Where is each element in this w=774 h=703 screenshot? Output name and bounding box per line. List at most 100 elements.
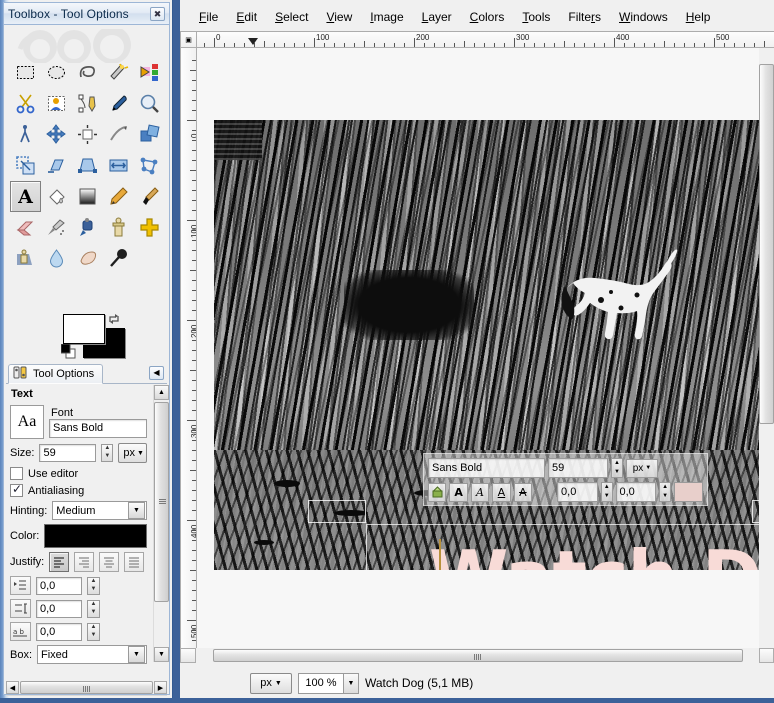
oncanvas-baseline-input[interactable]: 0,0: [557, 482, 598, 502]
ruler-origin-button[interactable]: ▣: [180, 31, 197, 48]
gradient-tool[interactable]: [72, 181, 103, 212]
airbrush-tool[interactable]: [41, 212, 72, 243]
heal-tool[interactable]: [134, 212, 165, 243]
size-input[interactable]: 59: [39, 444, 97, 462]
move-tool[interactable]: [41, 119, 72, 150]
oncanvas-text-toolbar[interactable]: Sans Bold 59 ▲ ▼ px ▼ A A A A 0,0 ▲ ▼ 0,…: [423, 453, 708, 506]
cage-transform-tool[interactable]: [134, 150, 165, 181]
justify-fill-button[interactable]: [124, 552, 145, 572]
perspective-clone-tool[interactable]: [10, 243, 41, 274]
letter-spacing-stepper[interactable]: ▲ ▼: [87, 622, 100, 641]
rotate-tool[interactable]: [134, 119, 165, 150]
statusbar-unit-button[interactable]: px ▼: [250, 672, 292, 694]
scroll-right-icon[interactable]: ▶: [154, 681, 167, 694]
justify-center-button[interactable]: [99, 552, 120, 572]
letter-spacing-icon[interactable]: a b: [10, 622, 31, 641]
oncanvas-unit-button[interactable]: px ▼: [626, 458, 658, 478]
text-tool[interactable]: A: [10, 181, 41, 212]
justify-left-button[interactable]: [49, 552, 70, 572]
menu-tools[interactable]: Tools: [513, 7, 559, 27]
pencil-tool[interactable]: [103, 181, 134, 212]
scrollbar-thumb[interactable]: [154, 402, 169, 602]
line-spacing-icon[interactable]: [10, 599, 31, 618]
navigation-preview-button[interactable]: [759, 648, 774, 663]
menu-edit[interactable]: Edit: [227, 7, 266, 27]
default-colors-icon[interactable]: [60, 343, 76, 359]
horizontal-ruler[interactable]: 0 100 200 300 400 500: [197, 31, 774, 48]
color-picker-tool[interactable]: [103, 88, 134, 119]
oncanvas-color-button[interactable]: [673, 482, 703, 502]
close-icon[interactable]: ✖: [150, 6, 165, 21]
line-spacing-stepper[interactable]: ▲ ▼: [87, 599, 100, 618]
foreground-color-swatch[interactable]: [63, 314, 105, 344]
scroll-up-icon[interactable]: ▲: [154, 385, 169, 400]
size-stepper[interactable]: ▲ ▼: [101, 444, 114, 462]
menu-filters[interactable]: Filters: [559, 7, 610, 27]
canvas-text[interactable]: Watch Dog: [429, 535, 774, 570]
dock-titlebar[interactable]: Toolbox - Tool Options ✖: [3, 2, 170, 24]
measure-tool[interactable]: [10, 119, 41, 150]
indent-icon[interactable]: [10, 576, 31, 595]
bold-button[interactable]: A: [449, 482, 468, 502]
foreground-select-tool[interactable]: [41, 88, 72, 119]
scrollbar-thumb[interactable]: [213, 649, 743, 662]
paths-tool[interactable]: [72, 88, 103, 119]
dodge-burn-tool[interactable]: [103, 243, 134, 274]
menu-view[interactable]: View: [317, 7, 361, 27]
tool-options-vertical-scrollbar[interactable]: ▲ ▼: [153, 385, 169, 662]
italic-button[interactable]: A: [470, 482, 490, 502]
justify-right-button[interactable]: [74, 552, 95, 572]
vertical-ruler[interactable]: 0 100 200 300 400 500: [180, 48, 197, 648]
canvas-vertical-scrollbar[interactable]: [759, 48, 774, 648]
oncanvas-baseline-stepper[interactable]: ▲ ▼: [600, 482, 613, 502]
underline-button[interactable]: A: [492, 482, 511, 502]
tool-options-horizontal-scrollbar[interactable]: ◀ ▶: [6, 680, 167, 695]
oncanvas-size-stepper[interactable]: ▲ ▼: [611, 458, 623, 478]
shear-tool[interactable]: [41, 150, 72, 181]
alignment-tool[interactable]: [72, 119, 103, 150]
hinting-select[interactable]: Medium ▼: [52, 501, 147, 520]
text-color-button[interactable]: [44, 524, 147, 548]
eraser-tool[interactable]: [10, 212, 41, 243]
antialiasing-checkbox[interactable]: [10, 482, 23, 497]
canvas-area[interactable]: Watch Dog Sans Bold 59 ▲▼ px▼: [197, 48, 774, 648]
paintbrush-tool[interactable]: [134, 181, 165, 212]
fuzzy-select-tool[interactable]: [103, 57, 134, 88]
font-select-button[interactable]: [428, 482, 447, 502]
chevron-down-icon[interactable]: ▼: [343, 673, 358, 693]
swap-colors-icon[interactable]: [107, 312, 121, 326]
scrollbar-thumb[interactable]: [20, 681, 153, 694]
oncanvas-font-input[interactable]: Sans Bold: [428, 458, 545, 478]
text-layer-bounding-box[interactable]: Watch Dog: [366, 524, 774, 570]
antialiasing-row[interactable]: Antialiasing: [6, 482, 151, 499]
clone-tool[interactable]: [103, 212, 134, 243]
canvas-horizontal-scrollbar[interactable]: [197, 648, 759, 663]
box-select[interactable]: Fixed ▼: [37, 645, 147, 664]
indent-input[interactable]: 0,0: [36, 576, 82, 595]
strikethrough-button[interactable]: A: [513, 482, 533, 502]
scrollbar-thumb[interactable]: [759, 64, 774, 424]
bucket-fill-tool[interactable]: [41, 181, 72, 212]
oncanvas-kerning-stepper[interactable]: ▲ ▼: [659, 482, 671, 502]
font-input[interactable]: Sans Bold: [49, 418, 147, 438]
menu-layer[interactable]: Layer: [413, 7, 461, 27]
zoom-tool[interactable]: [134, 88, 165, 119]
scroll-left-icon[interactable]: ◀: [6, 681, 19, 694]
menu-select[interactable]: Select: [266, 7, 317, 27]
chevron-left-icon[interactable]: ◀: [149, 366, 164, 380]
line-spacing-input[interactable]: 0,0: [36, 599, 82, 618]
blur-sharpen-tool[interactable]: [41, 243, 72, 274]
size-unit-button[interactable]: px ▼: [118, 443, 147, 463]
indent-stepper[interactable]: ▲ ▼: [87, 576, 100, 595]
statusbar-zoom-value[interactable]: 100 %: [299, 677, 343, 689]
font-preview-button[interactable]: Aa: [10, 405, 44, 439]
scroll-down-icon[interactable]: ▼: [154, 647, 169, 662]
perspective-tool[interactable]: [72, 150, 103, 181]
rect-select-tool[interactable]: [10, 57, 41, 88]
tab-tool-options[interactable]: Tool Options: [8, 364, 104, 384]
letter-spacing-input[interactable]: 0,0: [36, 622, 82, 641]
oncanvas-kerning-input[interactable]: 0,0: [615, 482, 657, 502]
text-handle-top-left[interactable]: [308, 500, 366, 523]
menu-windows[interactable]: Windows: [610, 7, 677, 27]
use-editor-checkbox[interactable]: [10, 467, 23, 480]
